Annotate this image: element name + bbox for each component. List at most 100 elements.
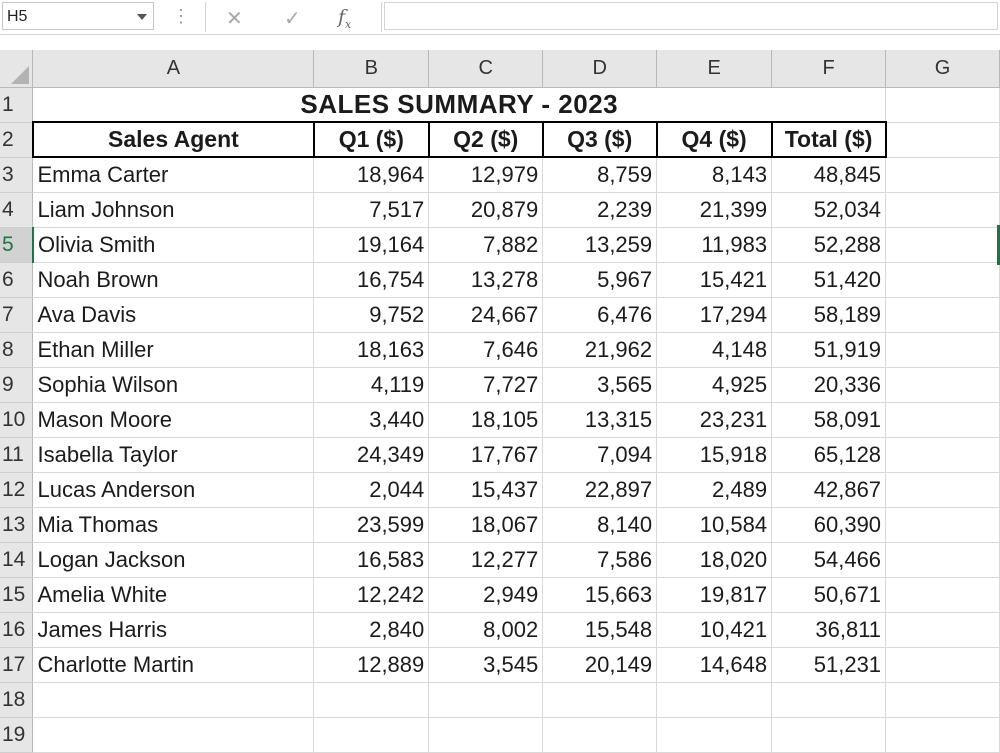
value-cell[interactable]: 14,648 — [656, 647, 773, 683]
enter-check-icon[interactable]: ✓ — [284, 6, 301, 31]
empty-cell[interactable] — [313, 682, 430, 718]
empty-cell[interactable] — [885, 367, 1000, 403]
column-header-f[interactable]: F — [771, 50, 887, 88]
row-header-12[interactable]: 12 — [0, 472, 34, 508]
value-cell[interactable]: 7,882 — [428, 227, 544, 263]
value-cell[interactable]: 4,925 — [656, 367, 773, 403]
value-cell[interactable]: 60,390 — [771, 507, 887, 543]
agent-name-cell[interactable]: Ethan Miller — [32, 332, 315, 368]
value-cell[interactable]: 36,811 — [771, 612, 887, 648]
agent-name-cell[interactable]: Emma Carter — [32, 157, 315, 193]
column-header-c[interactable]: C — [428, 50, 544, 88]
value-cell[interactable]: 13,278 — [428, 262, 544, 298]
value-cell[interactable]: 3,545 — [428, 647, 544, 683]
empty-cell[interactable] — [885, 647, 1000, 683]
value-cell[interactable]: 21,399 — [656, 192, 773, 228]
value-cell[interactable]: 52,288 — [771, 227, 887, 263]
row-header-9[interactable]: 9 — [0, 367, 34, 403]
value-cell[interactable]: 8,002 — [428, 612, 544, 648]
row-header-18[interactable]: 18 — [0, 682, 34, 718]
row-header-2[interactable]: 2 — [0, 122, 34, 158]
value-cell[interactable]: 7,586 — [542, 542, 658, 578]
cell[interactable] — [885, 122, 1000, 158]
row-header-14[interactable]: 14 — [0, 542, 34, 578]
column-header-a[interactable]: A — [32, 50, 315, 88]
value-cell[interactable]: 2,840 — [313, 612, 430, 648]
value-cell[interactable]: 13,315 — [542, 402, 658, 438]
value-cell[interactable]: 2,239 — [542, 192, 658, 228]
agent-name-cell[interactable]: Sophia Wilson — [32, 367, 315, 403]
column-title-0[interactable]: Sales Agent — [31, 121, 315, 158]
empty-cell[interactable] — [885, 437, 1000, 473]
row-header-5[interactable]: 5 — [0, 227, 34, 263]
empty-cell[interactable] — [885, 402, 1000, 438]
value-cell[interactable]: 8,759 — [542, 157, 658, 193]
value-cell[interactable]: 18,067 — [428, 507, 544, 543]
agent-name-cell[interactable]: Ava Davis — [32, 297, 315, 333]
value-cell[interactable]: 51,420 — [771, 262, 887, 298]
row-header-11[interactable]: 11 — [0, 437, 34, 473]
value-cell[interactable]: 3,440 — [313, 402, 430, 438]
value-cell[interactable]: 52,034 — [771, 192, 887, 228]
value-cell[interactable]: 15,918 — [656, 437, 773, 473]
value-cell[interactable]: 18,020 — [656, 542, 773, 578]
value-cell[interactable]: 7,094 — [542, 437, 658, 473]
row-header-15[interactable]: 15 — [0, 577, 34, 613]
formula-input[interactable] — [384, 2, 998, 30]
empty-cell[interactable] — [428, 682, 544, 718]
value-cell[interactable]: 8,140 — [542, 507, 658, 543]
value-cell[interactable]: 19,164 — [313, 227, 430, 263]
agent-name-cell[interactable]: Mia Thomas — [32, 507, 315, 543]
agent-name-cell[interactable]: Lucas Anderson — [32, 472, 315, 508]
value-cell[interactable]: 7,646 — [428, 332, 544, 368]
empty-cell[interactable] — [885, 262, 1000, 298]
empty-cell[interactable] — [885, 472, 1000, 508]
empty-cell[interactable] — [542, 682, 658, 718]
insert-function-icon[interactable]: fx — [338, 6, 351, 31]
value-cell[interactable]: 58,189 — [771, 297, 887, 333]
column-title-1[interactable]: Q1 ($) — [312, 121, 430, 158]
empty-cell[interactable] — [885, 227, 1000, 263]
value-cell[interactable]: 7,517 — [313, 192, 430, 228]
agent-name-cell[interactable]: Charlotte Martin — [32, 647, 315, 683]
value-cell[interactable]: 18,964 — [313, 157, 430, 193]
column-header-e[interactable]: E — [656, 50, 773, 88]
empty-cell[interactable] — [885, 682, 1000, 718]
value-cell[interactable]: 16,583 — [313, 542, 430, 578]
empty-cell[interactable] — [428, 717, 544, 753]
column-title-3[interactable]: Q3 ($) — [541, 121, 658, 158]
value-cell[interactable]: 21,962 — [542, 332, 658, 368]
value-cell[interactable]: 19,817 — [656, 577, 773, 613]
value-cell[interactable]: 4,119 — [313, 367, 430, 403]
row-header-6[interactable]: 6 — [0, 262, 34, 298]
row-header-1[interactable]: 1 — [0, 87, 34, 123]
agent-name-cell[interactable]: Mason Moore — [32, 402, 315, 438]
empty-cell[interactable] — [885, 542, 1000, 578]
row-header-13[interactable]: 13 — [0, 507, 34, 543]
empty-cell[interactable] — [32, 717, 315, 753]
value-cell[interactable]: 12,979 — [428, 157, 544, 193]
value-cell[interactable]: 20,879 — [428, 192, 544, 228]
value-cell[interactable]: 10,584 — [656, 507, 773, 543]
value-cell[interactable]: 12,277 — [428, 542, 544, 578]
select-all-corner[interactable] — [0, 50, 34, 88]
empty-cell[interactable] — [885, 157, 1000, 193]
column-header-d[interactable]: D — [542, 50, 658, 88]
name-box[interactable]: H5 — [2, 2, 154, 30]
cancel-icon[interactable]: ✕ — [226, 6, 243, 31]
sheet-title[interactable]: SALES SUMMARY - 2023 — [32, 87, 887, 123]
row-header-19[interactable]: 19 — [0, 717, 34, 753]
column-title-5[interactable]: Total ($) — [770, 121, 887, 158]
value-cell[interactable]: 24,349 — [313, 437, 430, 473]
value-cell[interactable]: 20,149 — [542, 647, 658, 683]
empty-cell[interactable] — [885, 577, 1000, 613]
drag-handle-icon[interactable]: ⋮ — [172, 6, 190, 26]
value-cell[interactable]: 2,044 — [313, 472, 430, 508]
value-cell[interactable]: 15,421 — [656, 262, 773, 298]
value-cell[interactable]: 15,437 — [428, 472, 544, 508]
agent-name-cell[interactable]: Logan Jackson — [32, 542, 315, 578]
empty-cell[interactable] — [656, 682, 773, 718]
empty-cell[interactable] — [885, 612, 1000, 648]
value-cell[interactable]: 11,983 — [656, 227, 773, 263]
value-cell[interactable]: 48,845 — [771, 157, 887, 193]
